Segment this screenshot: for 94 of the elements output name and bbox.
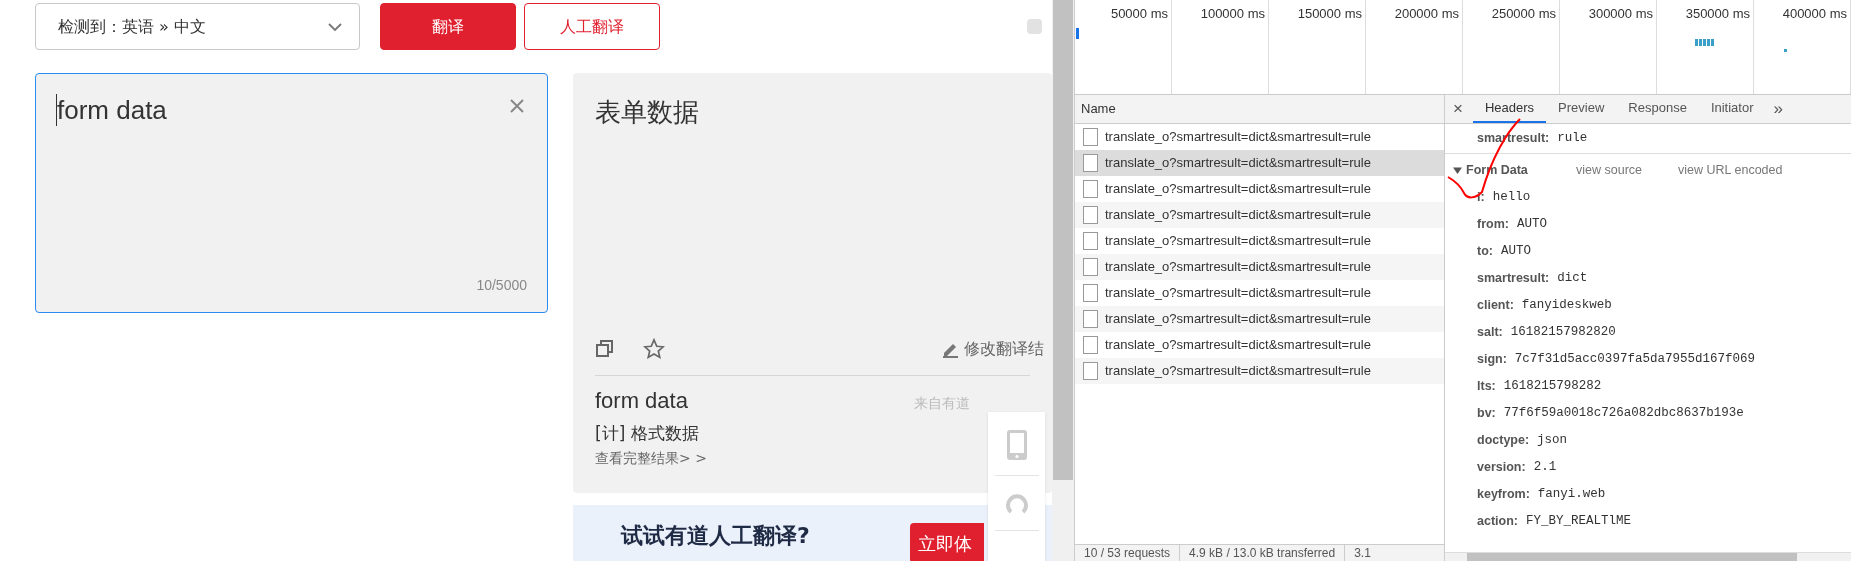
document-icon: [1083, 284, 1098, 302]
request-name: translate_o?smartresult=dict&smartresult=rule: [1105, 336, 1371, 355]
field-value: 1618215798282: [1503, 378, 1602, 396]
close-panel-button[interactable]: ×: [1453, 95, 1473, 123]
try-now-button[interactable]: 立即体: [910, 523, 985, 561]
source-text-field[interactable]: form data 10/5000: [35, 73, 548, 313]
option-checkbox[interactable]: [1027, 19, 1043, 34]
timeline-tick-label: 300000 ms: [1588, 5, 1653, 23]
document-icon: [1083, 206, 1098, 224]
star-icon[interactable]: [643, 337, 665, 360]
horizontal-scrollbar[interactable]: [1445, 552, 1851, 561]
field-value: rule: [1557, 130, 1588, 148]
translate-button[interactable]: 翻译: [380, 3, 516, 50]
document-icon: [1083, 362, 1098, 380]
status-text: 4.9 kB / 13.0 kB transferred: [1179, 544, 1345, 561]
language-select-text: 检测到：英语 » 中文: [58, 15, 206, 38]
request-name: translate_o?smartresult=dict&smartresult=rule: [1105, 310, 1371, 329]
field-value: fanyideskweb: [1521, 297, 1612, 315]
translation-text: 表单数据: [595, 96, 700, 129]
document-icon: [1083, 154, 1098, 172]
page-scrollbar[interactable]: [1052, 0, 1074, 561]
request-row[interactable]: translate_o?smartresult=dict&smartresult=rule: [1075, 150, 1444, 176]
timeline-tick-label: 250000 ms: [1491, 5, 1556, 23]
name-column-header[interactable]: Name: [1081, 99, 1116, 119]
field-value: 7c7f31d5acc0397fa5da7955d167f069: [1514, 351, 1755, 369]
field-value: json: [1537, 432, 1568, 450]
field-value: 77f6f59a0018c726a082dbc8637b193e: [1503, 405, 1744, 423]
full-result-link[interactable]: 查看完整结果> >: [595, 448, 707, 469]
request-row[interactable]: translate_o?smartresult=dict&smartresult=rule: [1075, 306, 1444, 332]
field-key: sign:: [1477, 350, 1507, 369]
field-key: client:: [1477, 296, 1514, 315]
view-link[interactable]: view URL encoded: [1678, 160, 1783, 180]
more-tabs-button[interactable]: »: [1765, 95, 1791, 123]
field-key: lts:: [1477, 377, 1496, 396]
timeline-tick-label: 50000 ms: [1110, 5, 1168, 23]
field-key: to:: [1477, 242, 1493, 261]
details-tab[interactable]: Preview: [1546, 95, 1617, 123]
request-row[interactable]: translate_o?smartresult=dict&smartresult=rule: [1075, 202, 1444, 228]
field-key: version:: [1477, 458, 1526, 477]
document-icon: [1083, 336, 1098, 354]
document-icon: [1083, 310, 1098, 328]
character-counter: 10/5000: [476, 276, 527, 295]
edit-translation-link[interactable]: 修改翻译结: [964, 336, 1045, 361]
request-name: translate_o?smartresult=dict&smartresult=rule: [1105, 154, 1371, 173]
field-value: 2.1: [1533, 459, 1557, 477]
field-value: 16182157982820: [1510, 324, 1616, 342]
request-name: translate_o?smartresult=dict&smartresult=rule: [1105, 206, 1371, 225]
language-dropdown[interactable]: 检测到：英语 » 中文: [35, 3, 360, 50]
disclosure-triangle-icon[interactable]: [1453, 165, 1462, 175]
details-tab[interactable]: Headers: [1472, 95, 1547, 123]
promo-title: 试试有道人工翻译?: [621, 521, 810, 550]
request-name: translate_o?smartresult=dict&smartresult=rule: [1105, 128, 1371, 147]
field-value: fanyi.web: [1537, 486, 1606, 504]
field-key: action:: [1477, 512, 1518, 531]
status-text: 3.1: [1344, 544, 1380, 561]
field-key: smartresult:: [1477, 269, 1550, 288]
document-icon: [1083, 258, 1098, 276]
timeline-tick-label: 400000 ms: [1782, 5, 1847, 23]
request-name: translate_o?smartresult=dict&smartresult=rule: [1105, 284, 1371, 303]
document-icon: [1083, 180, 1098, 198]
copy-icon[interactable]: [595, 338, 615, 359]
request-row[interactable]: translate_o?smartresult=dict&smartresult=rule: [1075, 254, 1444, 280]
document-icon: [1083, 128, 1098, 146]
definition-text: [计] 格式数据: [595, 421, 699, 445]
field-key: salt:: [1477, 323, 1503, 342]
field-value: hello: [1492, 189, 1531, 207]
field-key: doctype:: [1477, 431, 1530, 450]
request-name: translate_o?smartresult=dict&smartresult=rule: [1105, 180, 1371, 199]
field-value: FY_BY_REALTlME: [1526, 513, 1631, 531]
phone-icon[interactable]: [1005, 429, 1028, 461]
chevron-down-icon: [327, 21, 343, 32]
source-text: form data: [56, 94, 167, 126]
field-value: AUTO: [1500, 243, 1531, 261]
document-icon: [1083, 232, 1098, 250]
close-icon[interactable]: [509, 98, 525, 114]
timeline-tick-label: 100000 ms: [1200, 5, 1265, 23]
field-key: keyfrom:: [1477, 485, 1530, 504]
request-name: translate_o?smartresult=dict&smartresult=rule: [1105, 258, 1371, 277]
timeline-tick-label: 200000 ms: [1394, 5, 1459, 23]
details-tab[interactable]: Initiator: [1698, 95, 1766, 123]
field-key: bv:: [1477, 404, 1496, 423]
dictionary-word: form data: [595, 386, 688, 415]
request-name: translate_o?smartresult=dict&smartresult=rule: [1105, 362, 1371, 381]
timeline-tick-label: 350000 ms: [1685, 5, 1750, 23]
request-name: translate_o?smartresult=dict&smartresult=rule: [1105, 232, 1371, 251]
timeline-tick-label: 150000 ms: [1297, 5, 1362, 23]
field-value: dict: [1557, 270, 1588, 288]
view-link[interactable]: view source: [1576, 160, 1642, 180]
request-row[interactable]: translate_o?smartresult=dict&smartresult=rule: [1075, 358, 1444, 384]
status-text: 10 / 53 requests: [1083, 545, 1172, 561]
details-tab[interactable]: Response: [1616, 95, 1699, 123]
field-value: AUTO: [1516, 216, 1547, 234]
field-key: from:: [1477, 215, 1509, 234]
translate-button[interactable]: 人工翻译: [524, 3, 660, 50]
